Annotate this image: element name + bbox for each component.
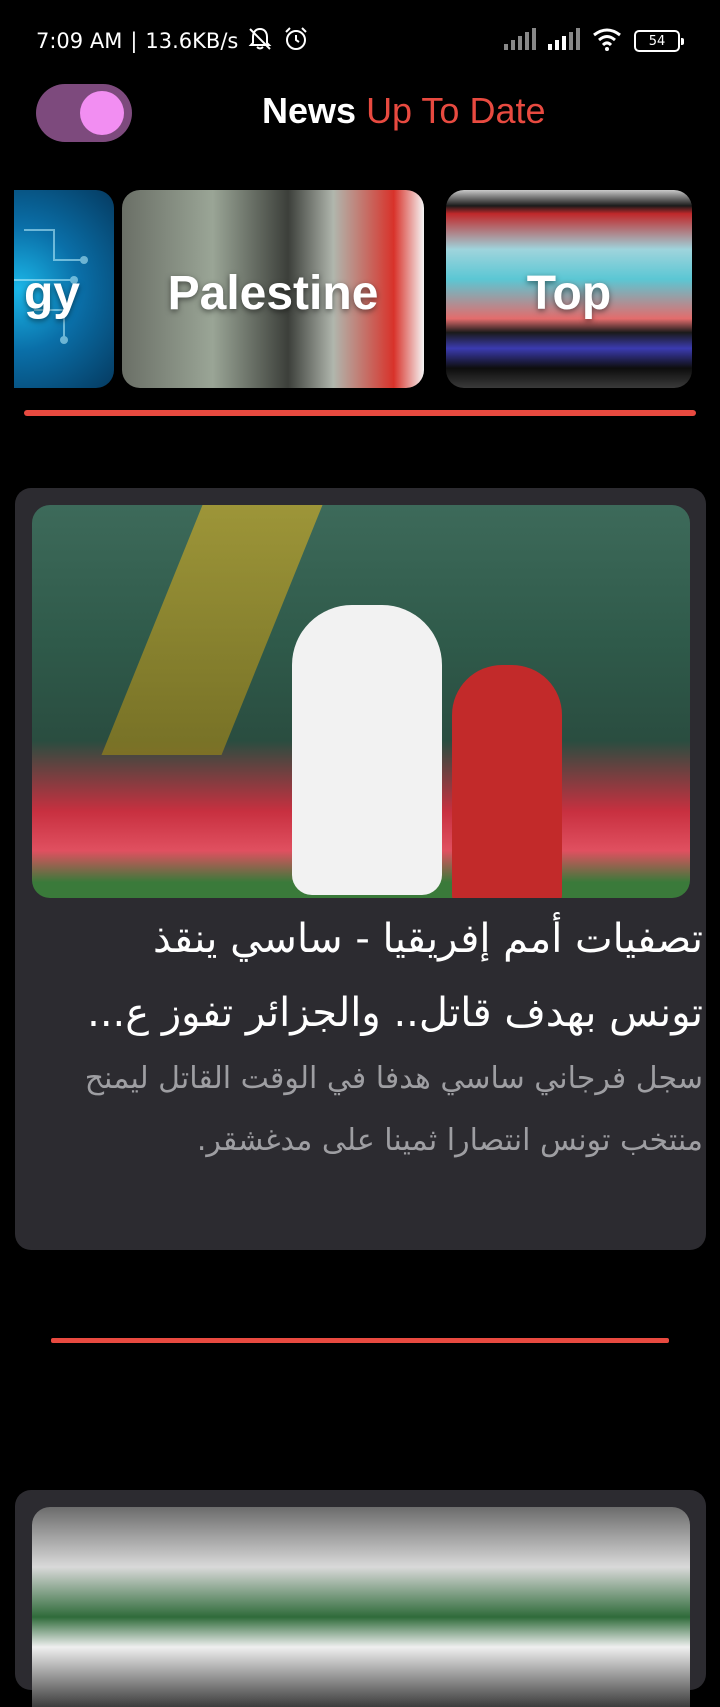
signal-icon: [504, 28, 536, 54]
app-header: News Up To Date: [0, 80, 720, 146]
wifi-icon: [592, 27, 622, 55]
news-description: سجل فرجاني ساسي هدفا في الوقت القاتل ليم…: [84, 1061, 703, 1158]
category-label: Top: [526, 267, 612, 320]
toggle-knob: [80, 91, 124, 135]
section-divider: [24, 410, 696, 416]
section-divider: [51, 1338, 669, 1343]
status-net-speed: 13.6KB/s: [145, 29, 239, 53]
category-carousel[interactable]: gy Palestine Top: [14, 190, 720, 388]
category-label: Palestine: [167, 267, 379, 320]
news-image: [32, 505, 690, 898]
category-card-technology[interactable]: gy: [14, 190, 114, 388]
news-card[interactable]: [15, 1490, 706, 1707]
category-card-palestine[interactable]: Palestine: [122, 190, 424, 388]
stadium-stripe: [101, 505, 323, 755]
status-left: 7:09 AM | 13.6KB/s: [36, 26, 310, 56]
mute-notification-icon: [246, 25, 274, 58]
status-bar: 7:09 AM | 13.6KB/s 54: [0, 0, 720, 80]
app-title-news: News: [262, 90, 357, 131]
theme-toggle[interactable]: [36, 84, 132, 142]
player-white: [292, 605, 442, 895]
category-card-top[interactable]: Top: [446, 190, 692, 388]
status-time: 7:09 AM: [36, 29, 123, 53]
news-title: تصفيات أمم إفريقيا - ساسي ينقذ تونس بهدف…: [87, 916, 703, 1036]
status-separator: |: [130, 29, 138, 53]
status-right: 54: [504, 26, 684, 56]
news-image: [32, 1507, 690, 1707]
alarm-icon: [282, 25, 310, 58]
app-title: News Up To Date: [262, 90, 546, 132]
battery-level: 54: [648, 33, 666, 49]
player-red: [452, 665, 562, 898]
category-label: gy: [23, 267, 80, 320]
signal-icon: [548, 28, 580, 54]
app-title-up-to-date: Up To Date: [366, 90, 546, 131]
news-card[interactable]: تصفيات أمم إفريقيا - ساسي ينقذ تونس بهدف…: [15, 488, 706, 1250]
battery-icon: 54: [634, 30, 684, 52]
